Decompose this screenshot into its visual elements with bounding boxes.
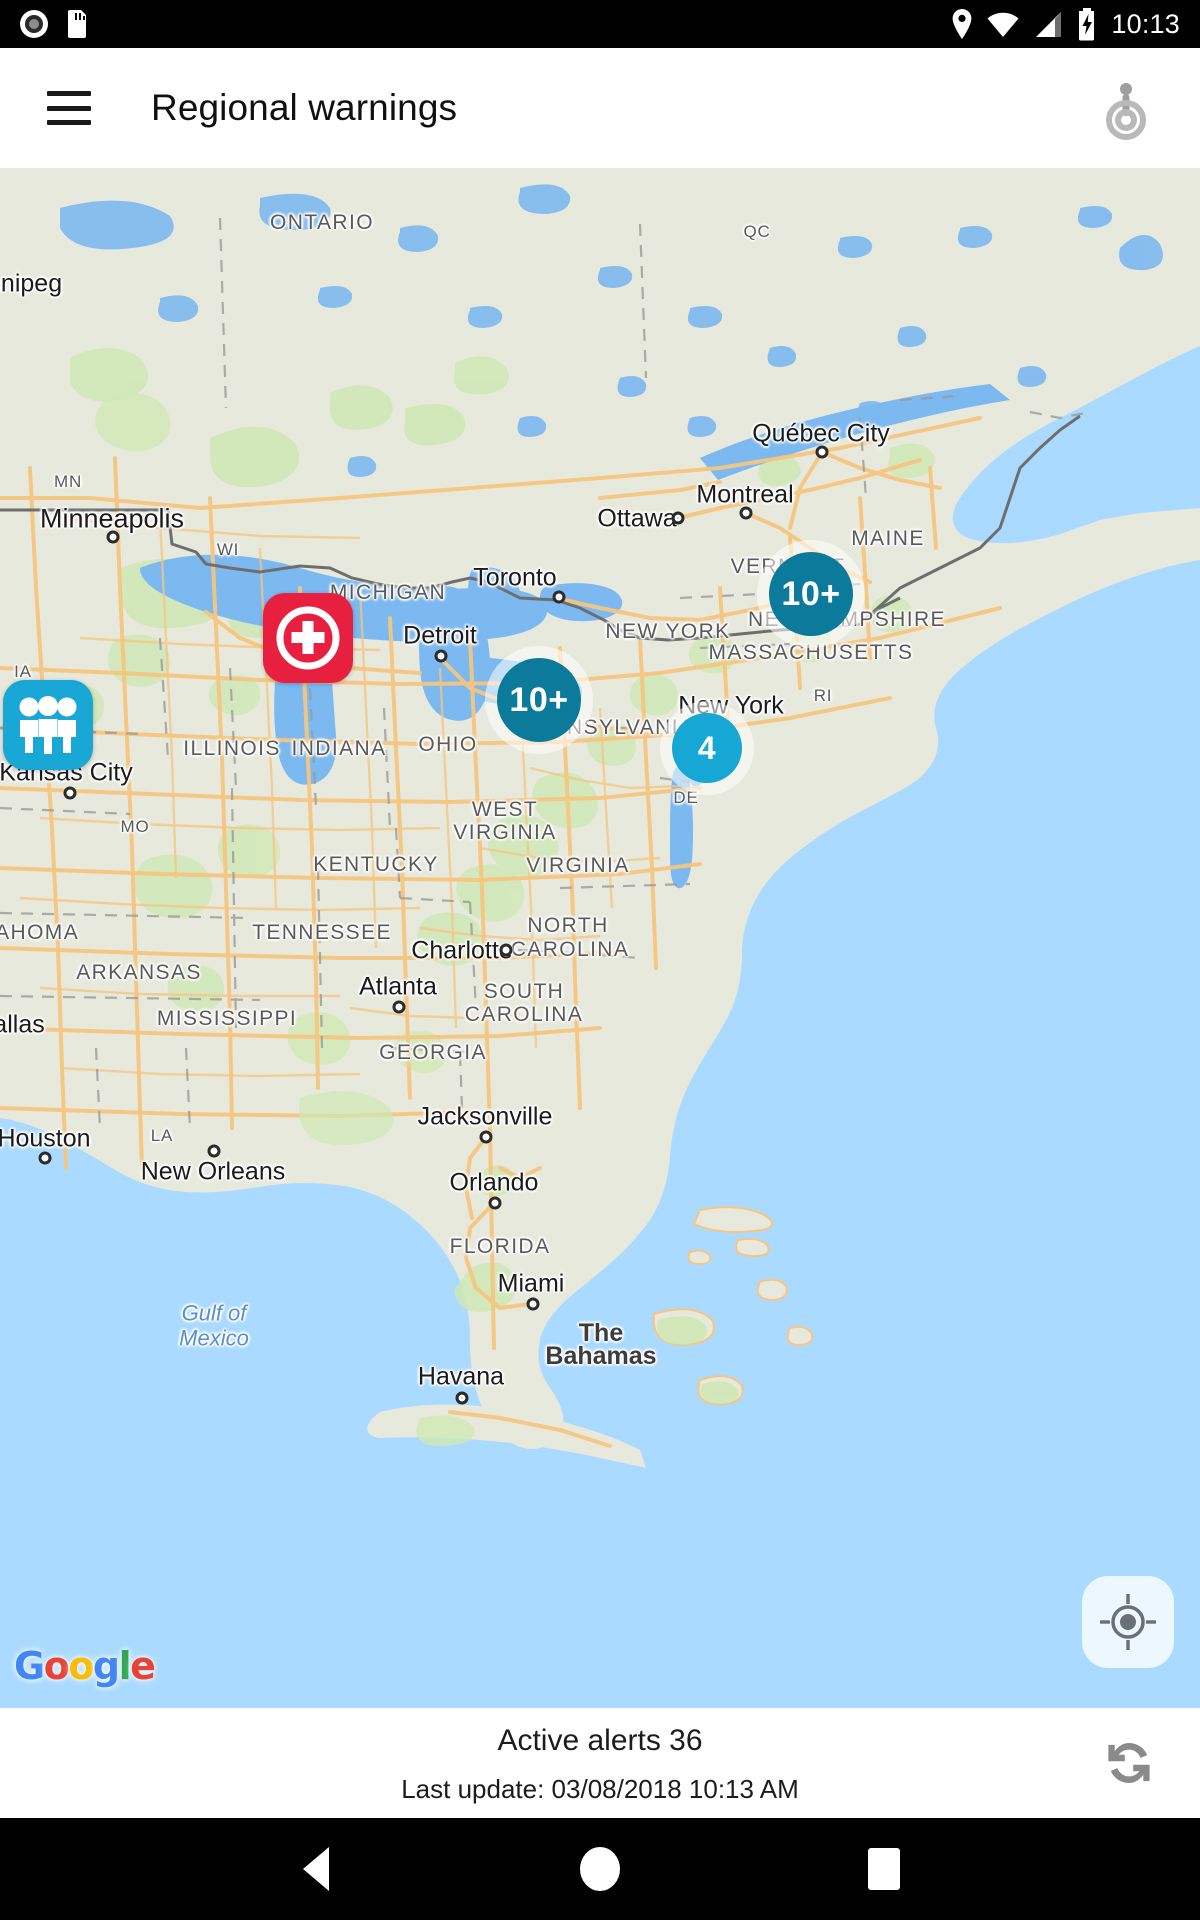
hamburger-menu-icon[interactable] [47, 91, 91, 125]
status-bar-left-icons [0, 8, 90, 40]
cluster-count: 10+ [781, 574, 841, 613]
wifi-icon [987, 12, 1019, 38]
map-base-graphics [0, 168, 1200, 1708]
my-location-crosshair-icon [1100, 1594, 1156, 1650]
my-location-button[interactable] [1082, 1576, 1174, 1668]
cluster-marker[interactable]: 10+ [769, 552, 853, 636]
city-dot [392, 1000, 406, 1014]
battery-charging-icon [1079, 8, 1095, 41]
record-icon [20, 10, 48, 38]
city-dot [63, 786, 77, 800]
home-nav-button[interactable] [560, 1829, 640, 1909]
signal-icon [1036, 12, 1062, 37]
status-bar-clock: 10:13 [1111, 8, 1180, 39]
app-screen: 10:13 Regional warnings ONTARIO QC MN WI… [0, 0, 1200, 1920]
city-dot [739, 506, 753, 520]
cluster-count: 10+ [509, 680, 569, 719]
city-dot [38, 1151, 52, 1165]
capital-dot [455, 1391, 469, 1405]
pegman-street-view-icon[interactable] [1088, 70, 1164, 146]
app-bar: Regional warnings [0, 48, 1200, 168]
status-bar-right-icons: 10:13 [951, 7, 1200, 41]
emergency-marker[interactable] [263, 593, 353, 683]
bottom-status-bar: Active alerts 36 Last update: 03/08/2018… [0, 1708, 1200, 1818]
city-dot [815, 445, 829, 459]
city-dot [106, 530, 120, 544]
android-navigation-bar [0, 1818, 1200, 1920]
location-icon [953, 9, 972, 39]
people-group-icon [19, 696, 77, 754]
city-dot [434, 649, 448, 663]
back-nav-button[interactable] [276, 1829, 356, 1909]
city-dot [479, 1130, 493, 1144]
cluster-count: 4 [697, 729, 717, 766]
medical-cross-icon [276, 606, 340, 670]
map-canvas[interactable]: ONTARIO QC MN WI MICHIGAN MAINE VERMONT … [0, 168, 1200, 1708]
cluster-marker[interactable]: 10+ [497, 658, 581, 742]
cluster-marker[interactable]: 4 [672, 713, 742, 783]
city-dot [552, 590, 566, 604]
google-attribution-logo: Google [14, 1644, 156, 1688]
last-update-label: Last update: 03/08/2018 10:13 AM [401, 1774, 799, 1804]
crowd-marker[interactable] [3, 680, 93, 770]
city-dot [499, 943, 513, 957]
city-dot [526, 1297, 540, 1311]
refresh-button[interactable] [1094, 1728, 1164, 1798]
status-bar: 10:13 [0, 0, 1200, 48]
city-dot [488, 1196, 502, 1210]
city-dot [207, 1144, 221, 1158]
recents-nav-button[interactable] [844, 1829, 924, 1909]
sdcard-icon [68, 10, 86, 38]
refresh-icon [1108, 1743, 1150, 1783]
page-title: Regional warnings [151, 87, 458, 128]
active-alerts-label: Active alerts 36 [497, 1724, 703, 1757]
capital-dot [671, 511, 685, 525]
